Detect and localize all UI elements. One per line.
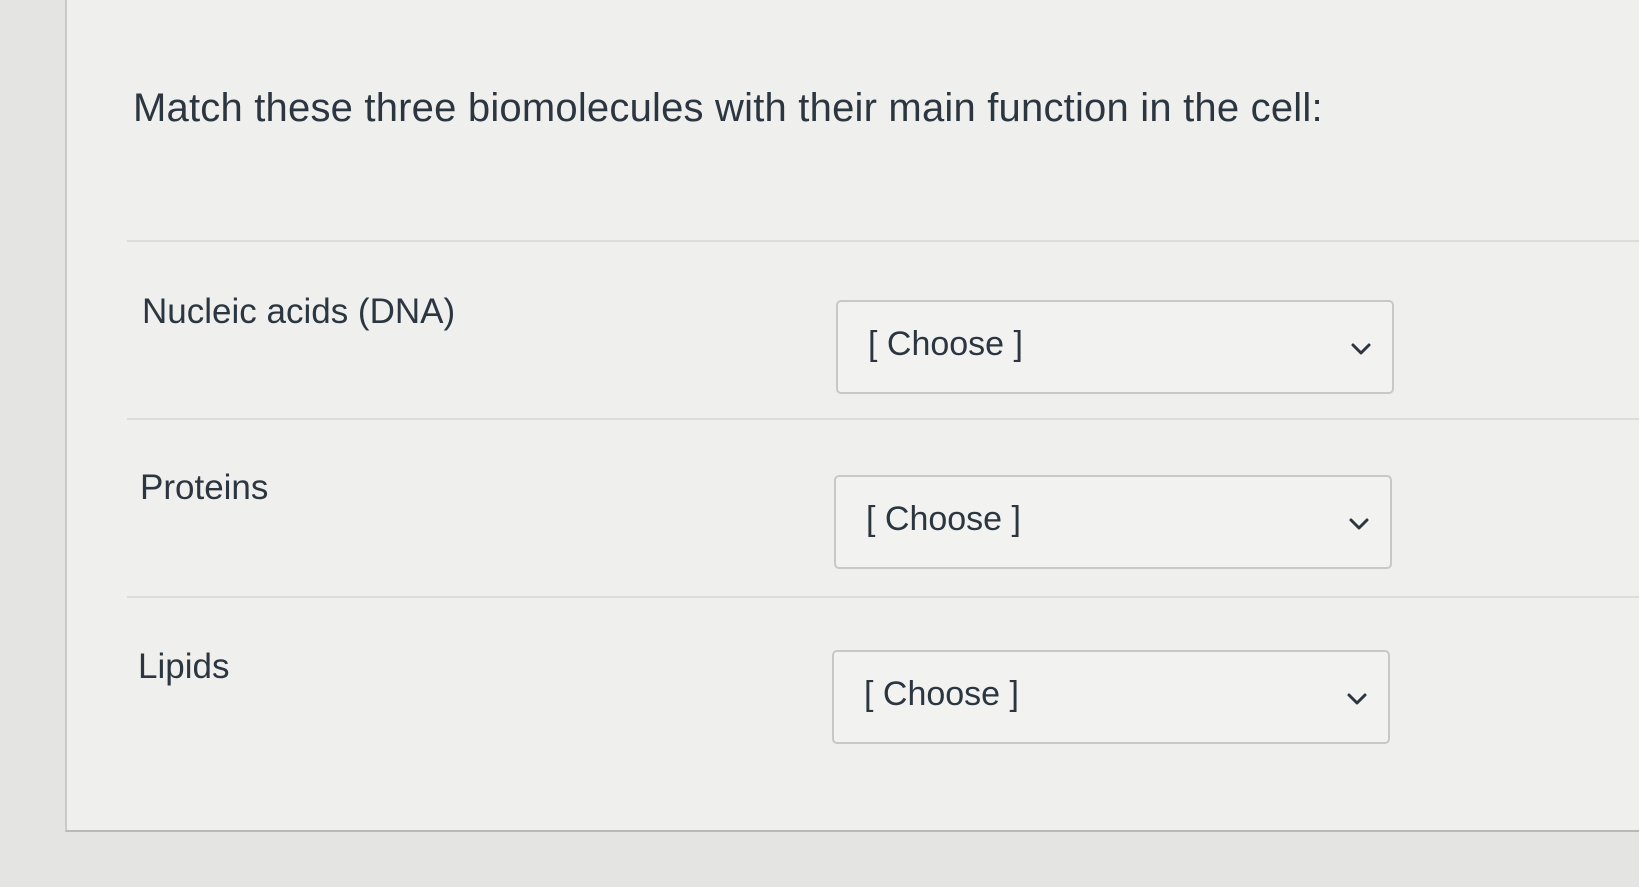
divider bbox=[127, 596, 1639, 598]
select-value: [ Choose ] bbox=[864, 675, 1019, 713]
divider bbox=[127, 240, 1639, 242]
chevron-down-icon bbox=[1349, 518, 1369, 530]
answer-label-proteins: Proteins bbox=[140, 468, 269, 507]
chevron-down-icon bbox=[1351, 343, 1371, 355]
select-value: [ Choose ] bbox=[868, 325, 1023, 363]
answer-select-nucleic-acids[interactable]: [ Choose ] bbox=[836, 300, 1394, 394]
divider bbox=[127, 418, 1639, 420]
answer-select-lipids[interactable]: [ Choose ] bbox=[832, 650, 1390, 744]
answer-select-proteins[interactable]: [ Choose ] bbox=[834, 475, 1392, 569]
answer-label-nucleic-acids: Nucleic acids (DNA) bbox=[142, 292, 456, 331]
question-text: Match these three biomolecules with thei… bbox=[133, 86, 1323, 130]
select-value: [ Choose ] bbox=[866, 500, 1021, 538]
chevron-down-icon bbox=[1347, 693, 1367, 705]
answer-label-lipids: Lipids bbox=[138, 647, 230, 686]
